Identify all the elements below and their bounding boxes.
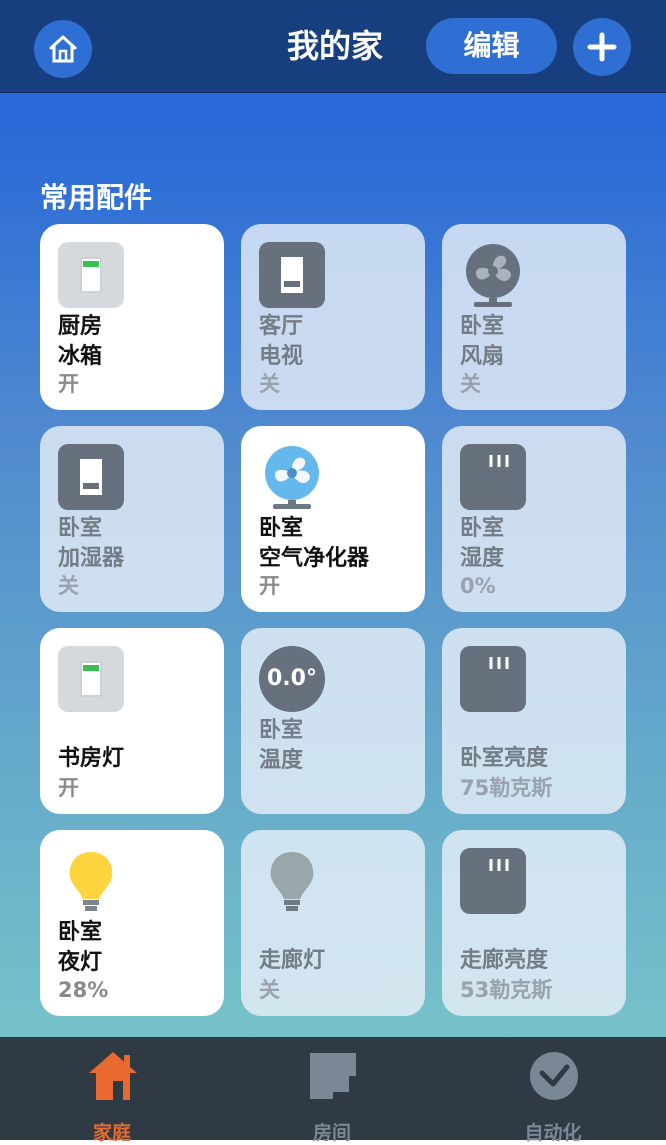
fan-off-icon (466, 244, 520, 307)
sensor-icon (460, 848, 526, 914)
switch-off-icon (259, 242, 325, 308)
accessory-name: 走廊亮度 (460, 948, 549, 973)
accessory-tile-bedroom-fan[interactable]: 卧室 风扇 关 (442, 224, 626, 410)
switch-off-icon (58, 444, 124, 510)
accessory-name: 卧室 风扇 (460, 314, 505, 369)
accessory-status: 28% (58, 978, 109, 1002)
sensor-icon (460, 646, 526, 712)
accessory-tile-kitchen-fridge[interactable]: 厨房 冰箱 开 (40, 224, 224, 410)
tab-label: 家庭 (92, 1122, 131, 1144)
accessory-status: 关 (259, 372, 280, 396)
add-button[interactable] (573, 18, 631, 76)
tab-home[interactable]: 家庭 (52, 1049, 172, 1144)
accessory-name: 卧室 湿度 (460, 516, 505, 571)
accessory-grid: 厨房 冰箱 开 客厅 电视 关 卧室 风扇 关 卧室 加湿器 关 卧室 空气净化… (40, 224, 630, 1016)
accessory-name: 卧室亮度 (460, 746, 549, 771)
accessory-status: 75勒克斯 (460, 776, 553, 800)
switch-on-icon (58, 646, 124, 712)
accessory-status: 关 (259, 978, 280, 1002)
accessory-status: 开 (259, 574, 280, 598)
accessory-name: 卧室 加湿器 (58, 516, 125, 571)
accessory-tile-bedroom-night-light[interactable]: 卧室 夜灯 28% (40, 830, 224, 1016)
lightbulb-off-icon (270, 852, 314, 911)
accessory-status: 53勒克斯 (460, 978, 553, 1002)
tab-bar: 家庭 房间 自动化 (0, 1037, 666, 1144)
top-bar: 我的家 编辑 (0, 0, 666, 93)
accessory-name: 卧室 空气净化器 (259, 516, 370, 571)
accessory-status: 关 (460, 372, 481, 396)
lightbulb-on-icon (69, 852, 113, 911)
accessory-tile-study-light[interactable]: 书房灯 开 (40, 628, 224, 814)
accessory-name: 卧室 温度 (259, 718, 304, 773)
accessory-name: 客厅 电视 (259, 314, 304, 369)
automation-icon (530, 1052, 578, 1100)
tab-label: 自动化 (524, 1122, 582, 1144)
edit-button[interactable]: 编辑 (426, 18, 557, 74)
accessory-tile-bedroom-humidity[interactable]: 卧室 湿度 0% (442, 426, 626, 612)
accessory-tile-bedroom-brightness[interactable]: 卧室亮度 75勒克斯 (442, 628, 626, 814)
sensor-icon (460, 444, 526, 510)
accessory-name: 走廊灯 (259, 948, 326, 973)
accessory-name: 卧室 夜灯 (58, 920, 103, 975)
home-icon (49, 35, 77, 63)
page-title: 我的家 (286, 27, 383, 65)
rooms-icon (310, 1053, 356, 1099)
tab-label: 房间 (312, 1122, 351, 1144)
accessory-status: 开 (58, 372, 79, 396)
accessory-tile-bedroom-humidifier[interactable]: 卧室 加湿器 关 (40, 426, 224, 612)
switch-on-icon (58, 242, 124, 308)
home-button[interactable] (34, 20, 92, 78)
accessory-status: 开 (58, 776, 79, 800)
accessory-tile-hallway-brightness[interactable]: 走廊亮度 53勒克斯 (442, 830, 626, 1016)
accessory-tile-bedroom-temperature[interactable]: 0.0° 卧室 温度 (241, 628, 425, 814)
accessory-status: 0% (460, 574, 496, 598)
home-screen: 我的家 编辑 常用配件 厨房 冰箱 开 客厅 电视 关 卧室 风扇 关 卧室 加… (0, 0, 666, 1144)
home-icon (89, 1052, 137, 1100)
accessory-tile-bedroom-air-purifier[interactable]: 卧室 空气净化器 开 (241, 426, 425, 612)
accessory-name: 书房灯 (58, 746, 125, 771)
temperature-icon: 0.0° (259, 646, 325, 712)
accessory-tile-living-room-tv[interactable]: 客厅 电视 关 (241, 224, 425, 410)
section-title: 常用配件 (40, 181, 153, 214)
accessory-status: 关 (58, 574, 79, 598)
plus-icon (587, 32, 617, 62)
tab-automation[interactable]: 自动化 (493, 1049, 613, 1144)
accessory-name: 厨房 冰箱 (58, 314, 103, 369)
air-purifier-on-icon (265, 446, 319, 509)
accessory-tile-hallway-light[interactable]: 走廊灯 关 (241, 830, 425, 1016)
tab-rooms[interactable]: 房间 (272, 1049, 392, 1144)
